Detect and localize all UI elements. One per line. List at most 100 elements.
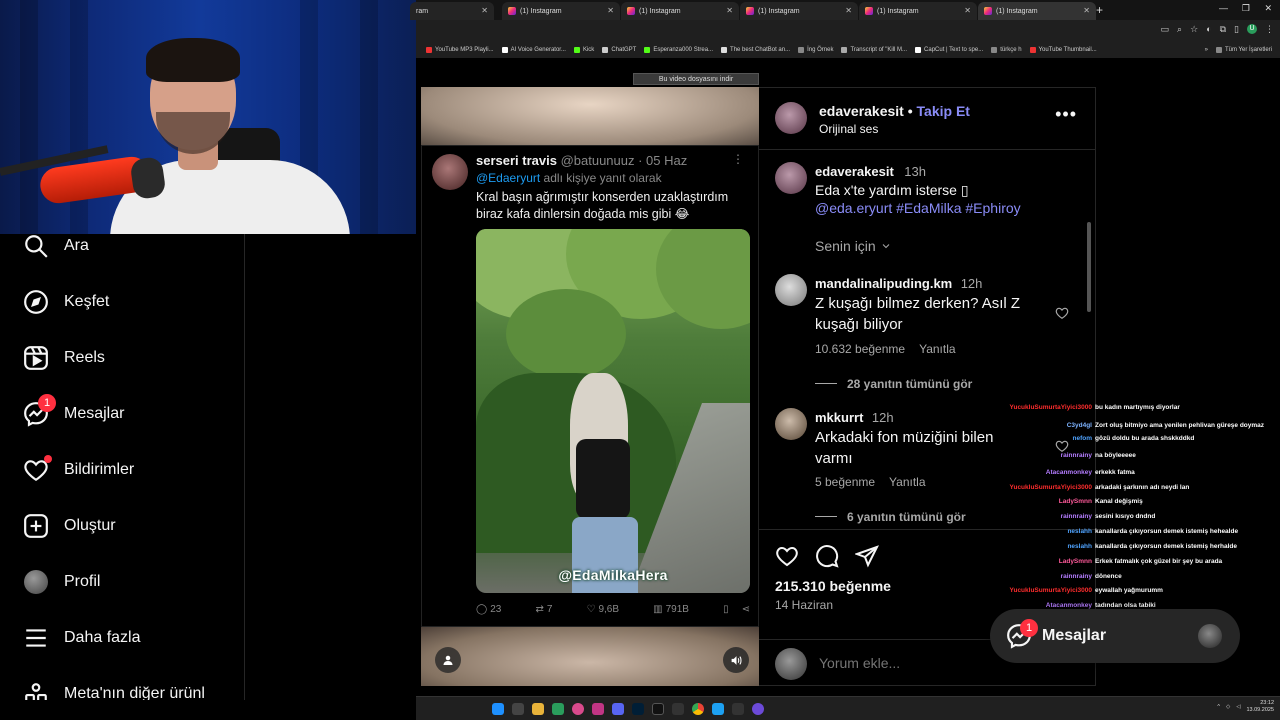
close-tab-icon[interactable]: ✕ — [607, 6, 614, 15]
bookmark[interactable]: ChatGPT — [602, 47, 636, 53]
comment-username[interactable]: mkkurrt — [815, 410, 863, 425]
kebab-menu-icon[interactable]: ⋮ — [1265, 24, 1274, 35]
app-icon[interactable] — [732, 703, 744, 715]
messages-pill-button[interactable]: 1 Mesajlar — [990, 609, 1240, 663]
comment-input[interactable] — [819, 652, 1019, 674]
cast-icon[interactable]: ▭ — [1161, 24, 1170, 35]
reply-button[interactable]: Yanıtla — [919, 342, 955, 356]
nav-messages[interactable]: 1 Mesajlar — [22, 394, 124, 432]
tagged-users-button[interactable] — [435, 647, 461, 673]
reel-video[interactable]: serseri travis @batuunuuz · 05 Haz ⋮ @Ed… — [421, 87, 759, 686]
app-icon[interactable] — [712, 703, 724, 715]
nav-reels[interactable]: Reels — [22, 340, 105, 376]
instagram-favicon-icon — [627, 7, 635, 15]
browser-tab[interactable]: (1) Instagram ✕ — [621, 2, 739, 20]
browser-tab[interactable]: (1) Instagram ✕ — [859, 2, 977, 20]
comments-scrollbar[interactable] — [1087, 222, 1091, 312]
zoom-icon[interactable]: ⌕ — [1177, 24, 1182, 35]
sidebar-toggle-icon[interactable]: ▯ — [1234, 24, 1239, 35]
bookmark[interactable]: İng Örnek — [798, 47, 833, 53]
extension-icon[interactable]: ◐ — [1206, 24, 1211, 35]
bookmark[interactable]: AI Voice Generator... — [501, 47, 566, 53]
avatar[interactable] — [775, 102, 807, 134]
puzzle-icon[interactable]: ⧉ — [1220, 24, 1226, 35]
caption-tags[interactable]: @eda.eryurt #EdaMilka #Ephiroy — [815, 198, 1021, 219]
caption-username[interactable]: edaverakesit — [815, 164, 894, 179]
clock[interactable]: 23:12 13.09.2025 — [1246, 700, 1274, 714]
minimize-icon[interactable]: — — [1219, 3, 1228, 13]
discord-icon[interactable] — [612, 703, 624, 715]
browser-tab[interactable]: ram ✕ — [410, 2, 494, 20]
volume-icon[interactable]: ◁ — [1236, 704, 1240, 710]
bookmark-folder[interactable]: türkçe h — [991, 47, 1022, 53]
nav-profile[interactable]: Profil — [22, 564, 100, 600]
app-icon[interactable] — [552, 703, 564, 715]
view-replies-link[interactable]: 6 yanıtın tümünü gör — [815, 508, 966, 526]
app-icon[interactable] — [752, 703, 764, 715]
task-view-icon[interactable] — [512, 703, 524, 715]
avatar[interactable] — [775, 408, 807, 440]
more-options-icon[interactable]: ••• — [1055, 104, 1077, 125]
nav-create[interactable]: Oluştur — [22, 508, 116, 544]
close-tab-icon[interactable]: ✕ — [964, 6, 971, 15]
nav-meta-products[interactable]: Meta'nın diğer ürünl — [22, 676, 205, 700]
original-audio-link[interactable]: Orijinal ses — [819, 122, 878, 136]
comment-like-count[interactable]: 10.632 beğenme — [815, 342, 905, 356]
bookmark[interactable]: YouTube Thumbnail... — [1029, 47, 1097, 53]
comment-bubble-icon[interactable] — [815, 544, 841, 570]
all-bookmarks-folder[interactable]: Tüm Yer İşaretleri — [1215, 47, 1272, 53]
post-author-username[interactable]: edaverakesit — [819, 103, 904, 119]
bookmark[interactable]: The best ChatBot an... — [721, 47, 790, 53]
browser-tab-active[interactable]: (1) Instagram ✕ — [978, 2, 1096, 20]
comment-sort-dropdown[interactable]: Senin için — [815, 238, 892, 254]
comment-username[interactable]: mandalinalipuding.km — [815, 276, 952, 291]
tiktok-icon[interactable] — [652, 703, 664, 715]
tray-overflow-icon[interactable]: ^ — [1217, 704, 1220, 710]
share-paper-plane-icon[interactable] — [854, 544, 881, 570]
comment-like-heart-icon[interactable] — [1055, 306, 1069, 325]
chrome-icon[interactable] — [692, 703, 704, 715]
close-tab-icon[interactable]: ✕ — [1083, 6, 1090, 15]
post-like-count[interactable]: 215.310 beğenme — [775, 578, 891, 594]
avatar[interactable] — [775, 274, 807, 306]
sound-button[interactable] — [723, 647, 749, 673]
photoshop-icon[interactable] — [632, 703, 644, 715]
close-tab-icon[interactable]: ✕ — [726, 6, 733, 15]
download-video-notice[interactable]: Bu video dosyasını indir — [633, 73, 759, 85]
like-icon: ♡ — [586, 603, 596, 615]
view-replies-link[interactable]: 28 yanıtın tümünü gör — [815, 375, 972, 393]
star-icon[interactable]: ☆ — [1190, 24, 1198, 35]
browser-tab[interactable]: (1) Instagram ✕ — [740, 2, 858, 20]
file-explorer-icon[interactable] — [532, 703, 544, 715]
maximize-icon[interactable]: ❐ — [1242, 3, 1250, 14]
bookmarks-overflow[interactable]: » — [1205, 47, 1208, 53]
start-button-icon[interactable] — [492, 703, 504, 715]
follow-button[interactable]: Takip Et — [917, 103, 970, 119]
nav-notifications[interactable]: Bildirimler — [22, 452, 134, 488]
nav-more[interactable]: Daha fazla — [22, 620, 141, 656]
instagram-app-icon[interactable] — [592, 703, 604, 715]
profile-icon[interactable]: U — [1247, 24, 1257, 34]
bookmark[interactable]: YouTube MP3 Playli... — [426, 47, 494, 53]
bookmark[interactable]: Kick — [573, 47, 594, 53]
browser-tab[interactable]: (1) Instagram ✕ — [502, 2, 620, 20]
close-tab-icon[interactable]: ✕ — [481, 6, 488, 15]
avatar[interactable] — [775, 162, 807, 194]
app-icon[interactable] — [572, 703, 584, 715]
comment-text: Z kuşağı bilmez derken? Asıl Z kuşağı bi… — [815, 295, 1021, 333]
close-window-icon[interactable]: ✕ — [1264, 3, 1272, 14]
reply-button[interactable]: Yanıtla — [889, 475, 925, 489]
bookmark[interactable]: Esperanza000 Strea... — [644, 47, 713, 53]
comment-like-count[interactable]: 5 beğenme — [815, 475, 875, 489]
network-icon[interactable]: ◇ — [1226, 704, 1230, 710]
nav-explore[interactable]: Keşfet — [22, 284, 109, 320]
app-icon[interactable] — [672, 703, 684, 715]
more-icon: ⋮ — [732, 152, 744, 166]
nav-search[interactable]: Ara — [22, 234, 89, 264]
instagram-favicon-icon — [984, 7, 992, 15]
bookmark[interactable]: Transcript of "Kill M... — [841, 47, 907, 53]
new-tab-button[interactable]: + — [1096, 3, 1103, 17]
bookmark[interactable]: CapCut | Text to spe... — [915, 47, 983, 53]
close-tab-icon[interactable]: ✕ — [845, 6, 852, 15]
like-heart-icon[interactable] — [775, 544, 801, 570]
